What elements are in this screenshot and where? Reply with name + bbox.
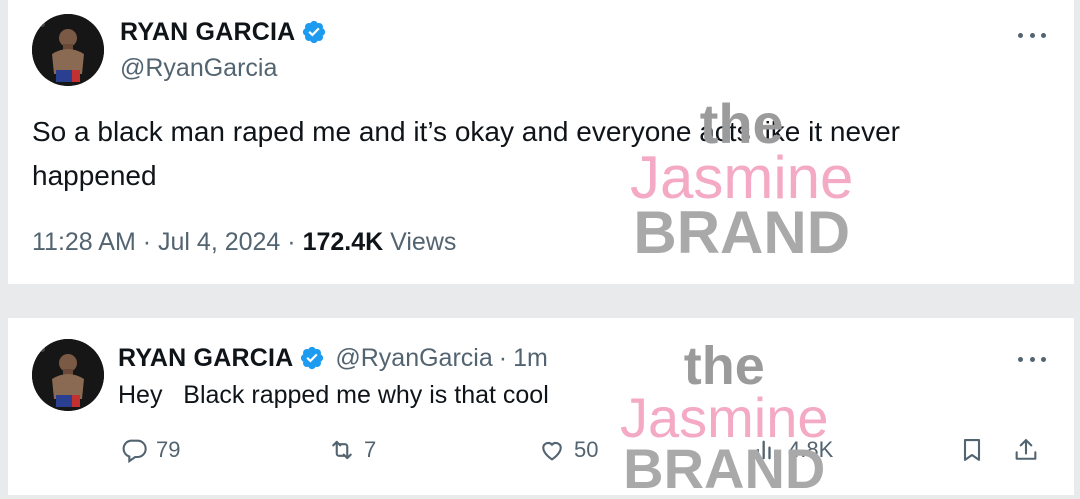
views-button[interactable]: 4.8K (752, 436, 833, 464)
tweet-text: So a black man raped me and it’s okay an… (32, 116, 900, 191)
more-options-icon[interactable] (1018, 30, 1046, 40)
repost-count: 7 (364, 437, 377, 462)
share-button[interactable] (1012, 436, 1040, 464)
verified-badge-icon (303, 20, 326, 44)
relative-time[interactable]: 1m (513, 344, 548, 373)
display-name[interactable]: RYAN GARCIA (118, 344, 293, 373)
views-label: Views (390, 228, 457, 256)
views-count: 172.4K (302, 228, 384, 256)
avatar-photo-icon (32, 14, 104, 86)
tweet-date[interactable]: Jul 4, 2024 (158, 228, 280, 256)
meta-separator: · (498, 343, 508, 372)
avatar[interactable] (32, 339, 104, 411)
bookmark-button[interactable] (958, 436, 986, 464)
heart-icon (542, 441, 562, 461)
action-bar: 79 7 50 4.8K (8, 436, 1074, 476)
author-handle[interactable]: @RyanGarcia (335, 344, 492, 373)
author-handle[interactable]: @RyanGarcia (120, 54, 277, 83)
like-button[interactable]: 50 (538, 436, 598, 464)
author-row: RYAN GARCIA (120, 14, 327, 50)
views-count: 4.8K (788, 437, 834, 462)
meta-separator: · (142, 228, 152, 256)
reply-button[interactable]: 79 (120, 436, 180, 464)
author-row: RYAN GARCIA @RyanGarcia · 1m (118, 340, 548, 376)
more-options-icon[interactable] (1018, 354, 1046, 364)
avatar[interactable] (32, 14, 104, 86)
bookmark-icon (963, 439, 981, 461)
verified-badge-icon (301, 346, 324, 370)
tweet-time[interactable]: 11:28 AM (32, 228, 136, 256)
repost-button[interactable]: 7 (328, 436, 376, 464)
meta-separator: · (287, 228, 296, 256)
reply-count: 79 (156, 437, 181, 462)
reply-icon (122, 439, 147, 464)
like-count: 50 (574, 437, 599, 462)
tweet-card-1[interactable]: RYAN GARCIA @RyanGarcia So a black man r… (8, 0, 1074, 284)
share-icon (1015, 439, 1037, 460)
repost-icon (332, 440, 352, 460)
tweet-text: Hey Black rapped me why is that cool (118, 381, 549, 409)
tweet-meta: 11:28 AM · Jul 4, 2024 · 172.4K Views (32, 228, 456, 257)
avatar-photo-icon (32, 339, 104, 411)
display-name[interactable]: RYAN GARCIA (120, 18, 295, 47)
tweet-card-2[interactable]: RYAN GARCIA @RyanGarcia · 1m Hey Black r… (8, 318, 1074, 495)
views-chart-icon (756, 440, 777, 460)
